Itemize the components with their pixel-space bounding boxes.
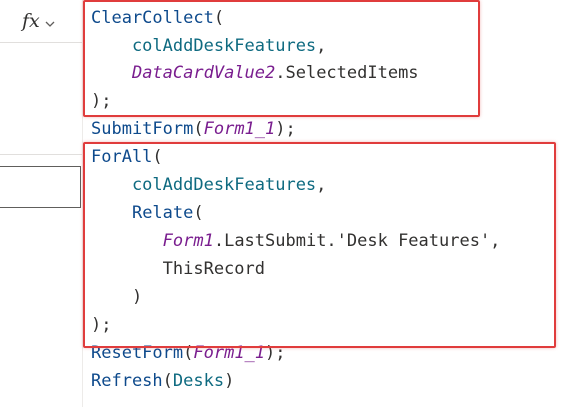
code-line[interactable]: Refresh(Desks): [91, 367, 234, 395]
function-token: Refresh: [91, 371, 163, 391]
variable-token: colAddDeskFeatures: [91, 36, 317, 56]
code-text: (: [193, 203, 204, 223]
code-text: ): [224, 371, 235, 391]
code-line[interactable]: ): [91, 283, 142, 311]
code-text: ThisRecord: [91, 259, 265, 279]
code-text: (: [183, 343, 194, 363]
formula-code-editor[interactable]: ClearCollect( colAddDeskFeatures, DataCa…: [83, 0, 576, 407]
control-token: Form1_1: [203, 119, 276, 139]
chevron-down-icon: [44, 15, 56, 27]
code-text: ): [91, 287, 143, 307]
code-line[interactable]: ResetForm(Form1_1);: [91, 339, 286, 367]
code-line[interactable]: ThisRecord: [91, 255, 265, 283]
function-token: SubmitForm: [91, 119, 194, 139]
control-token: Form1_1: [193, 343, 266, 363]
function-token: ClearCollect: [91, 8, 214, 28]
code-text: ,: [316, 36, 327, 56]
powerapps-formula-editor: fx ClearCollect( colAddDeskFeatures, Dat…: [0, 0, 576, 407]
formula-bar-header: fx: [0, 0, 82, 43]
code-text: );: [91, 315, 112, 335]
code-line[interactable]: );: [91, 311, 111, 339]
function-token: ForAll: [91, 147, 153, 167]
code-line[interactable]: );: [91, 87, 111, 115]
code-text: );: [275, 119, 296, 139]
code-line[interactable]: Form1.LastSubmit.'Desk Features',: [91, 227, 501, 255]
fx-label: fx: [22, 9, 40, 32]
code-line[interactable]: ClearCollect(: [91, 4, 224, 32]
code-line[interactable]: DataCardValue2.SelectedItems: [91, 59, 419, 87]
code-line[interactable]: SubmitForm(Form1_1);: [91, 115, 296, 143]
code-line[interactable]: Relate(: [91, 199, 204, 227]
code-text: (: [213, 8, 225, 28]
variable-token: colAddDeskFeatures: [91, 175, 317, 195]
code-text: .LastSubmit.'Desk Features',: [213, 231, 501, 251]
code-text: .SelectedItems: [275, 63, 419, 83]
property-input-field[interactable]: [0, 166, 81, 208]
control-token: DataCardValue2: [131, 63, 276, 83]
left-pane: fx: [0, 0, 82, 407]
left-divider-line: [0, 154, 82, 155]
control-token: Form1: [162, 231, 214, 251]
fx-dropdown-button[interactable]: fx: [22, 10, 56, 32]
code-text: (: [162, 371, 173, 391]
code-line[interactable]: colAddDeskFeatures,: [91, 32, 326, 60]
code-text: );: [91, 91, 112, 111]
code-text: (: [152, 147, 163, 167]
code-line[interactable]: ForAll(: [91, 143, 163, 171]
variable-token: Desks: [172, 371, 225, 391]
code-line[interactable]: colAddDeskFeatures,: [91, 171, 326, 199]
code-text: ,: [316, 175, 327, 195]
code-text: (: [193, 119, 204, 139]
code-text: );: [265, 343, 286, 363]
function-token: Relate: [131, 203, 194, 223]
function-token: ResetForm: [91, 343, 184, 363]
